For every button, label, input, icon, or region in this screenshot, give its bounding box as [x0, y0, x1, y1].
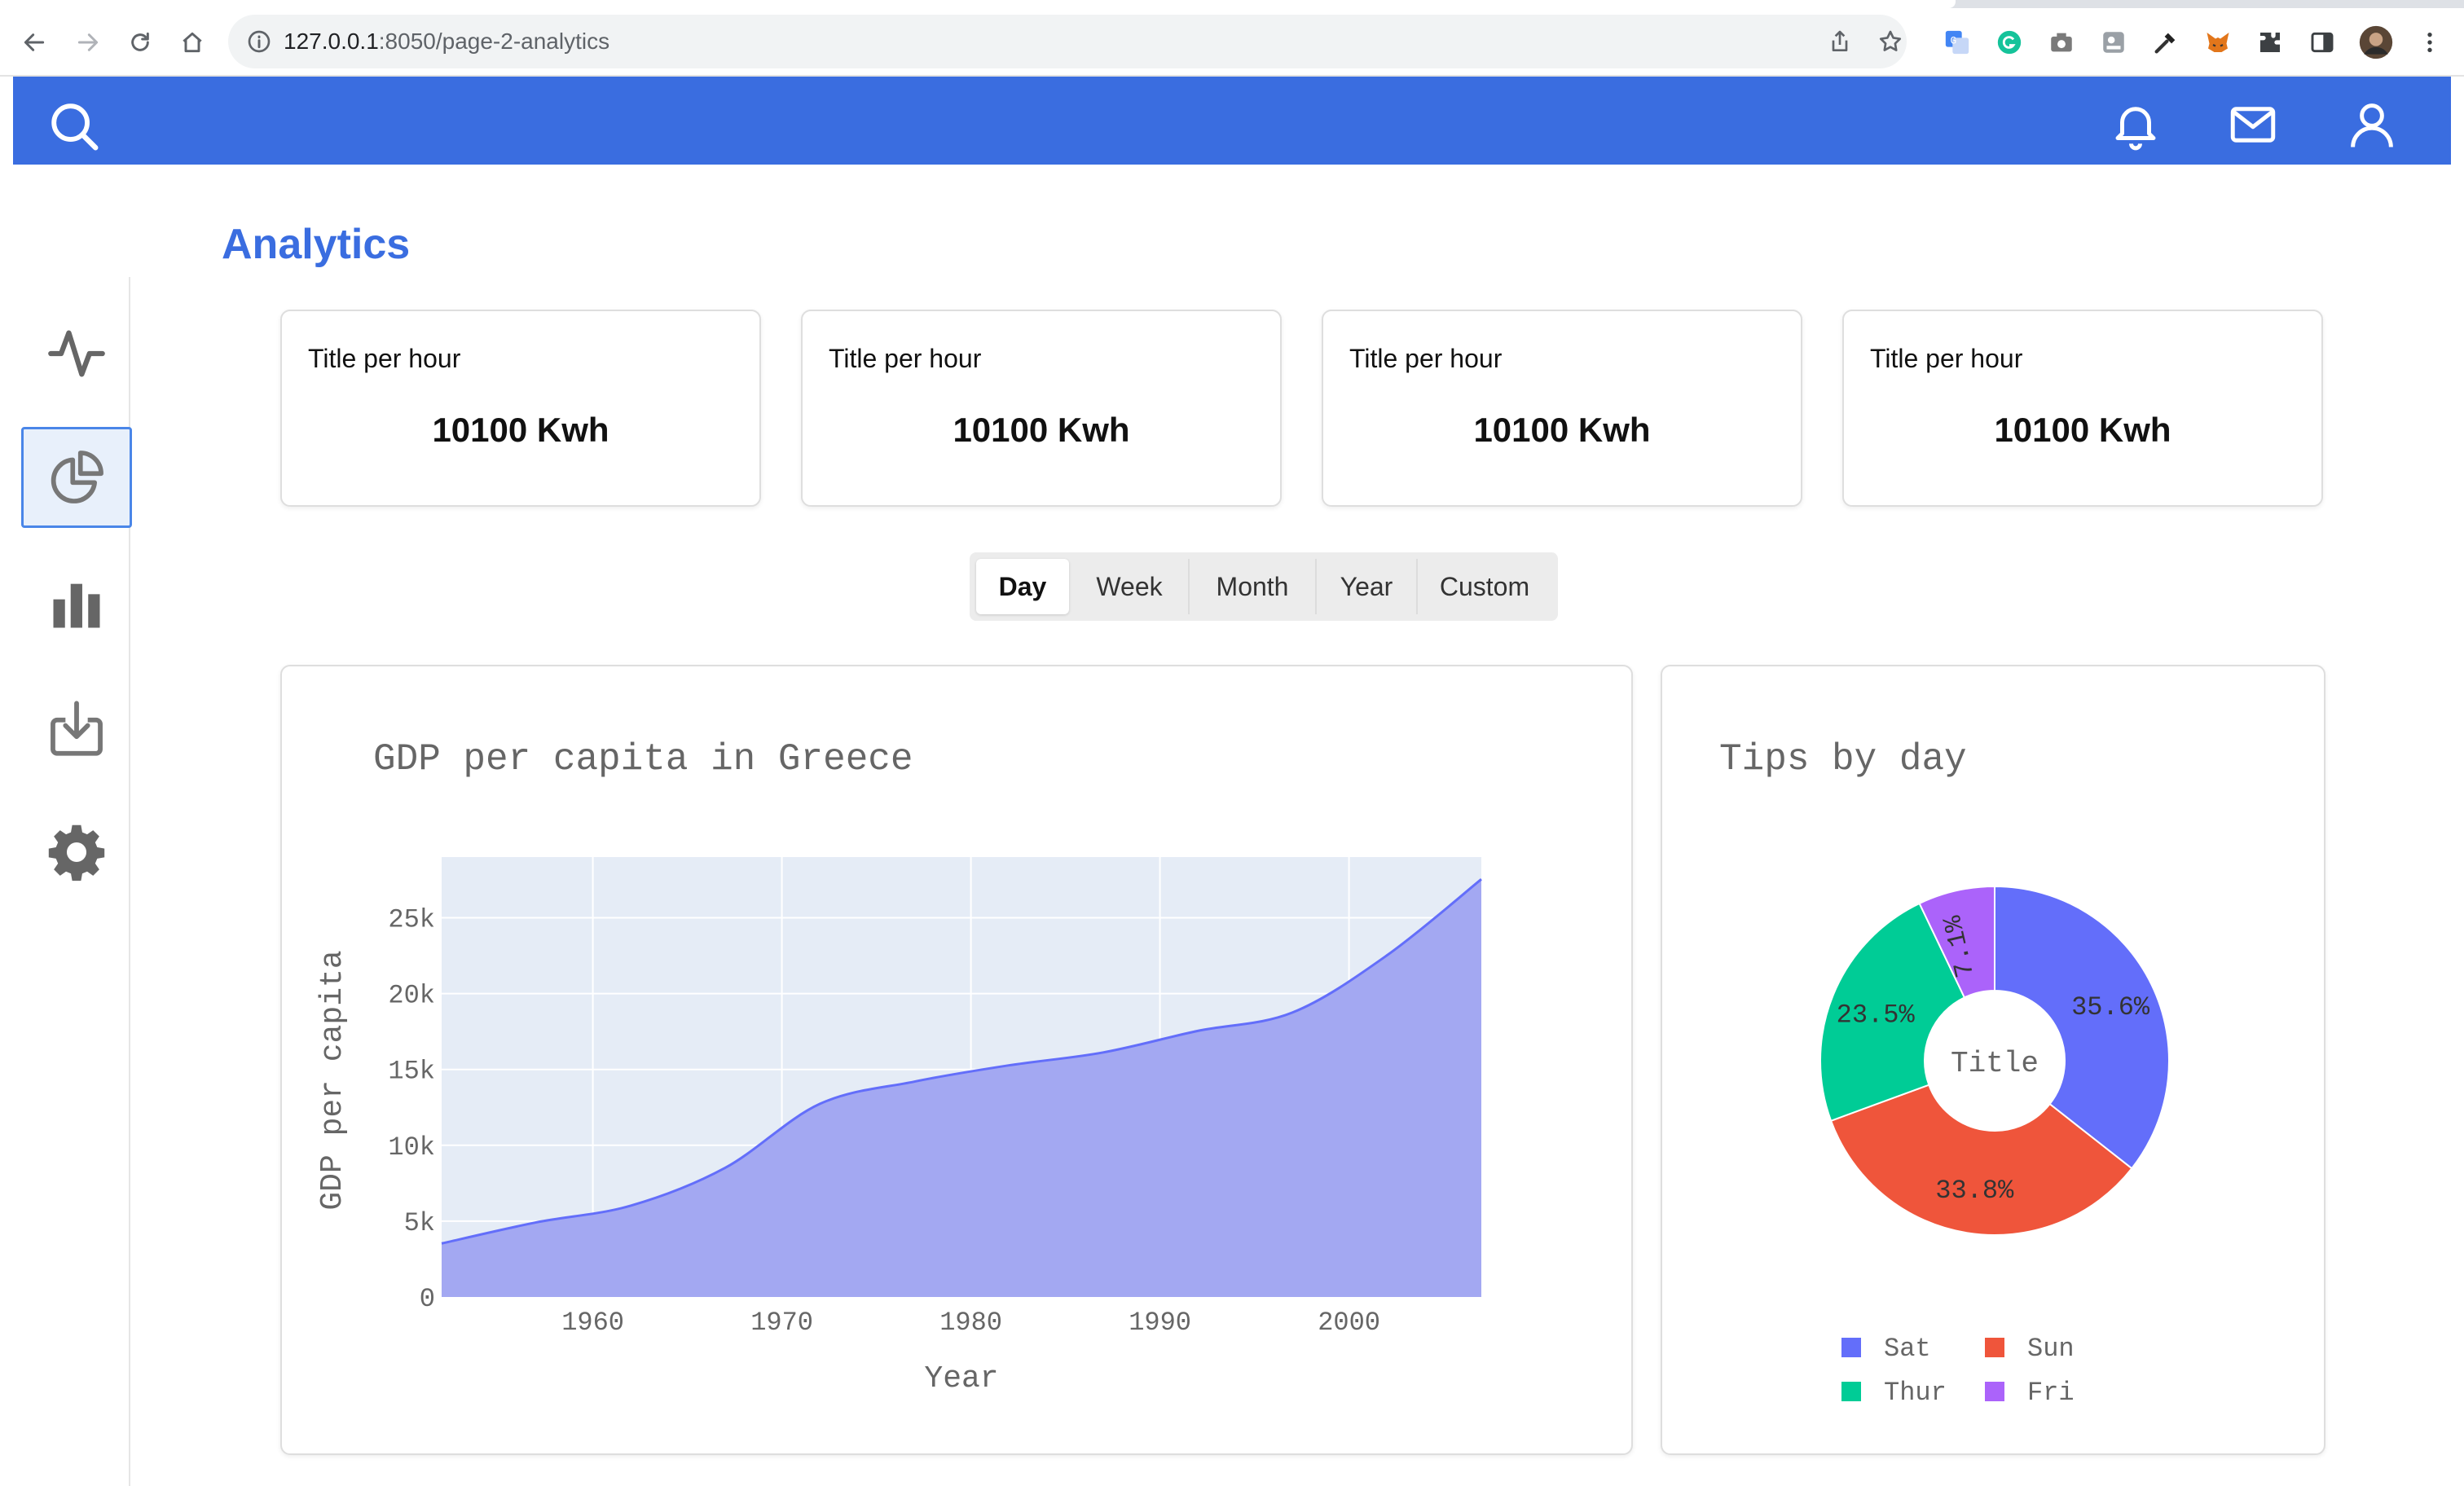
legend: Sat Sun Thur Fri [1841, 1334, 2075, 1408]
period-selector: Day Week Month Year Custom [970, 552, 1558, 621]
x-tick-label: 1970 [750, 1308, 813, 1338]
y-tick-label: 25k [388, 904, 435, 934]
legend-swatch [1841, 1338, 1861, 1357]
download-icon [51, 701, 103, 756]
tips-donut-chart[interactable]: 35.6%33.8%23.5%7.1% Title Sat SunThur Fri [1662, 666, 2324, 1453]
kpi-card-value: 10100 Kwh [1994, 411, 2171, 449]
address-bar[interactable]: 127.0.0.1:8050/page-2-analytics [228, 15, 1907, 68]
kpi-card-value: 10100 Kwh [953, 411, 1130, 449]
period-year-button[interactable]: Year [1317, 559, 1418, 614]
extensions-puzzle-icon[interactable] [2252, 24, 2288, 60]
home-button[interactable] [174, 24, 210, 60]
sidebar-item-analytics[interactable] [21, 427, 132, 528]
y-tick-label: 0 [420, 1284, 435, 1314]
kpi-card-title: Title per hour [308, 344, 461, 373]
side-panel-icon[interactable] [2304, 24, 2340, 60]
x-axis-label: Year [924, 1361, 998, 1396]
url-path: :8050/page-2-analytics [378, 29, 610, 54]
legend-label[interactable]: Fri [2027, 1378, 2075, 1408]
tips-chart-panel: Tips by day 35.6% 33.8% 23.5% 7.1% Title Sa… [1661, 665, 2325, 1455]
profile-card-extension-icon[interactable] [2096, 24, 2132, 60]
back-arrow-icon [24, 33, 45, 51]
kpi-card: Title per hour 10100 Kwh [280, 310, 761, 507]
browser-toolbar: 127.0.0.1:8050/page-2-analytics G [0, 8, 2464, 77]
kpi-card: Title per hour 10100 Kwh [1322, 310, 1802, 507]
bell-icon[interactable] [2109, 98, 2163, 152]
back-button[interactable] [16, 24, 52, 60]
active-tab[interactable] [0, 0, 1956, 8]
svg-text:G: G [1951, 34, 1957, 46]
grammarly-extension-icon[interactable] [1991, 24, 2027, 60]
y-tick-label: 5k [404, 1208, 435, 1238]
pie-value-label: 33.8% [1935, 1176, 2014, 1206]
gear-icon [48, 824, 105, 881]
camera-extension-icon[interactable] [2044, 24, 2079, 60]
home-icon [183, 32, 202, 53]
share-icon[interactable] [1827, 29, 1853, 55]
period-day-button[interactable]: Day [976, 559, 1069, 614]
forward-button[interactable] [70, 24, 106, 60]
legend-swatch [1985, 1382, 2004, 1401]
url-host: 127.0.0.1 [284, 29, 379, 54]
legend-label[interactable]: Sat [1884, 1334, 1931, 1364]
kpi-card-title: Title per hour [829, 344, 982, 373]
mail-icon[interactable] [2224, 98, 2281, 152]
reload-icon [131, 32, 149, 51]
y-tick-label: 20k [388, 981, 435, 1011]
period-week-button[interactable]: Week [1071, 559, 1190, 614]
bookmark-star-icon[interactable] [1877, 29, 1903, 55]
y-tick-label: 15k [388, 1057, 435, 1087]
x-tick-label: 2000 [1318, 1308, 1380, 1338]
info-icon[interactable] [246, 29, 272, 55]
y-axis-label: GDP per capita [315, 950, 350, 1210]
kpi-card: Title per hour 10100 Kwh [1842, 310, 2323, 507]
kpi-card-title: Title per hour [1870, 344, 2023, 373]
pie-value-label: 23.5% [1837, 1000, 1916, 1030]
pie-value-label: 35.6% [2071, 992, 2150, 1022]
sidebar-item-activity[interactable] [21, 303, 132, 404]
user-icon[interactable] [2345, 98, 2399, 152]
bar-chart-icon [53, 583, 100, 628]
period-month-button[interactable]: Month [1190, 559, 1317, 614]
legend-label[interactable]: Thur [1884, 1378, 1947, 1408]
metamask-extension-icon[interactable] [2200, 24, 2236, 60]
search-icon[interactable] [46, 98, 103, 155]
tab-strip [0, 0, 2464, 8]
y-tick-label: 10k [388, 1132, 435, 1163]
kpi-card: Title per hour 10100 Kwh [801, 310, 1282, 507]
app-header [13, 77, 2451, 165]
donut-center-label: Title [1951, 1047, 2039, 1080]
legend-swatch [1985, 1338, 2004, 1357]
page-title: Analytics [222, 221, 411, 268]
sidebar-item-download[interactable] [21, 678, 132, 779]
reload-button[interactable] [122, 24, 158, 60]
forward-arrow-icon [77, 33, 99, 51]
profile-avatar-icon[interactable] [2358, 24, 2394, 60]
gdp-chart-panel: GDP per capita in Greece 1960 1970 1980 199… [280, 665, 1633, 1455]
x-tick-label: 1980 [939, 1308, 1002, 1338]
sidebar-item-reports[interactable] [21, 554, 132, 655]
legend-label[interactable]: Sun [2027, 1334, 2075, 1364]
x-tick-label: 1990 [1129, 1308, 1191, 1338]
translate-extension-icon[interactable]: G [1939, 24, 1975, 60]
sidebar-item-settings[interactable] [21, 802, 132, 903]
url-text[interactable]: 127.0.0.1:8050/page-2-analytics [284, 29, 609, 55]
x-tick-label: 1960 [561, 1308, 624, 1338]
kpi-card-value: 10100 Kwh [1473, 411, 1651, 449]
kpi-card-value: 10100 Kwh [432, 411, 609, 449]
legend-swatch [1841, 1382, 1861, 1401]
eyedropper-extension-icon[interactable] [2148, 24, 2184, 60]
kpi-card-title: Title per hour [1349, 344, 1503, 373]
period-custom-button[interactable]: Custom [1418, 559, 1551, 614]
gdp-chart[interactable]: 1960 1970 1980 1990 2000 0 5k 10k 15k 20k 25k Year… [282, 666, 1631, 1453]
menu-kebab-icon[interactable] [2412, 24, 2448, 60]
pie-chart-icon [51, 451, 103, 503]
activity-icon [48, 330, 105, 377]
